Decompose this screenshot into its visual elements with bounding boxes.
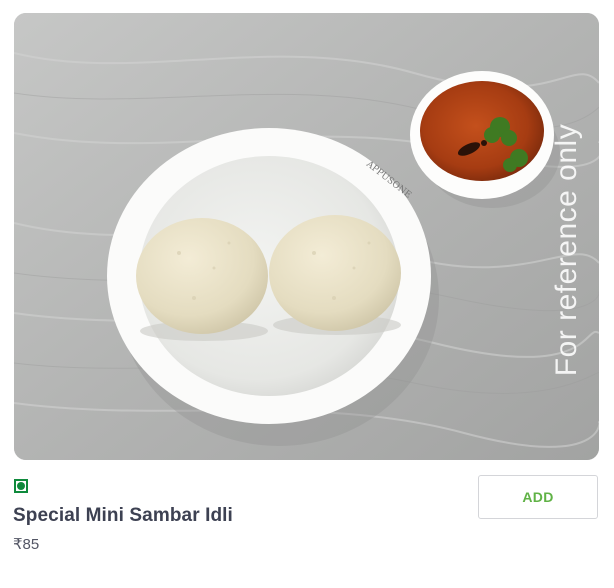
reference-watermark: For reference only xyxy=(545,91,589,409)
idli-sambar-illustration: APPUSONE xyxy=(14,13,599,460)
watermark-text: For reference only xyxy=(550,123,584,377)
item-price: ₹85 xyxy=(13,536,40,553)
item-photo[interactable]: APPUSONE For reference only xyxy=(14,13,599,460)
item-name: Special Mini Sambar Idli xyxy=(13,505,233,526)
veg-dot xyxy=(17,482,25,490)
veg-indicator-icon xyxy=(14,479,28,493)
add-button[interactable]: ADD xyxy=(478,475,598,519)
menu-item-card: APPUSONE For reference only Special Mini… xyxy=(0,0,614,588)
